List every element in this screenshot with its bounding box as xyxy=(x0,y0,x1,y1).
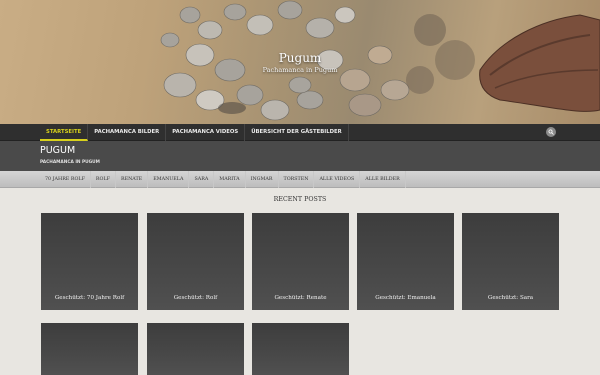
subnav-item-marita[interactable]: Marita xyxy=(214,171,246,188)
site-tagline: PACHAMANCA IN PUGUM xyxy=(40,160,100,165)
subnav-item-sara[interactable]: Sara xyxy=(189,171,215,188)
post-card[interactable]: Geschützt: Renate xyxy=(252,213,349,310)
secondary-navigation: 70 Jahre Rolf Rolf Renate Emanuela Sara … xyxy=(0,171,600,188)
subnav-item-rolf[interactable]: Rolf xyxy=(91,171,116,188)
site-header: PUGUM PACHAMANCA IN PUGUM xyxy=(0,141,600,171)
post-title: Geschützt: Emanuela xyxy=(375,295,436,301)
post-card[interactable] xyxy=(41,323,138,375)
subnav-item-alle-videos[interactable]: Alle Videos xyxy=(314,171,361,188)
subnav-item-torsten[interactable]: Torsten xyxy=(279,171,315,188)
subnav-item-alle-bilder[interactable]: Alle Bilder xyxy=(360,171,406,188)
search-button[interactable] xyxy=(546,127,556,137)
subnav-item-70-jahre-rolf[interactable]: 70 Jahre Rolf xyxy=(40,171,91,188)
subnav-item-emanuela[interactable]: Emanuela xyxy=(148,171,190,188)
post-card[interactable] xyxy=(147,323,244,375)
post-title: Geschützt: Sara xyxy=(487,295,534,301)
subnav-item-ingmar[interactable]: Ingmar xyxy=(246,171,279,188)
topnav-item-pachamanca-bilder[interactable]: Pachamanca Bilder xyxy=(88,124,167,141)
hero-subtitle: Pachamanca in Pugum xyxy=(262,66,338,74)
topnav-item-gaestebilder[interactable]: Übersicht der Gästebilder xyxy=(245,124,349,141)
hero-title: Pugum xyxy=(278,51,322,65)
topnav-item-pachamanca-videos[interactable]: Pachamanca Videos xyxy=(166,124,246,141)
post-title: Geschützt: 70 Jahre Rolf xyxy=(54,295,125,301)
subnav-item-renate[interactable]: Renate xyxy=(116,171,149,188)
topnav-item-startseite[interactable]: Startseite xyxy=(40,124,89,141)
hero-banner: Pugum Pachamanca in Pugum xyxy=(0,0,600,124)
recent-posts-heading: RECENT POSTS xyxy=(273,196,327,203)
post-title: Geschützt: Rolf xyxy=(173,295,218,301)
post-card[interactable]: Geschützt: 70 Jahre Rolf xyxy=(41,213,138,310)
post-card[interactable]: Geschützt: Rolf xyxy=(147,213,244,310)
post-card[interactable]: Geschützt: Sara xyxy=(462,213,559,310)
post-title: Geschützt: Renate xyxy=(274,295,327,301)
post-card[interactable] xyxy=(252,323,349,375)
site-title[interactable]: PUGUM xyxy=(40,145,75,156)
post-card[interactable]: Geschützt: Emanuela xyxy=(357,213,454,310)
search-icon xyxy=(548,129,554,135)
top-navigation: Startseite Pachamanca Bilder Pachamanca … xyxy=(0,124,600,141)
